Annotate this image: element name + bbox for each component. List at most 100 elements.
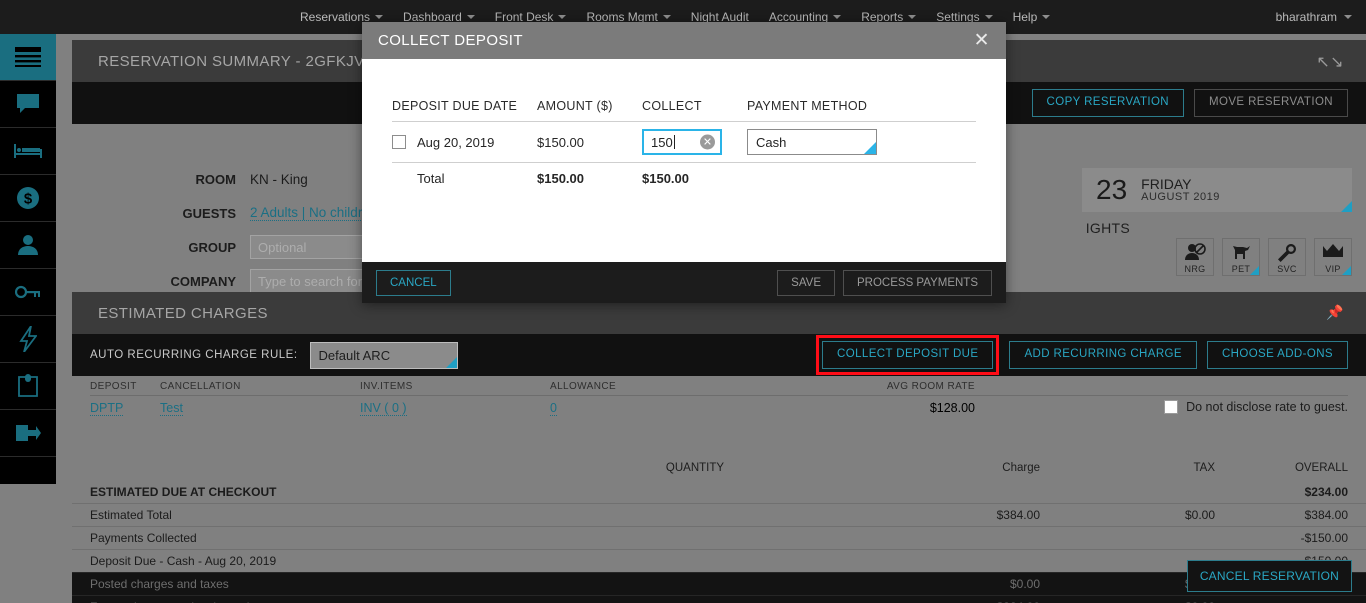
nav-label: Reservations: [300, 10, 371, 24]
table-row: Posted charges and taxes $0.00 $0.00 $0.…: [72, 572, 1366, 595]
section-title: ESTIMATED CHARGES: [98, 304, 268, 322]
deposit-link[interactable]: DPTP: [90, 401, 124, 416]
tag-label: VIP: [1325, 264, 1341, 274]
row-overall: $384.00: [1304, 508, 1348, 522]
arc-select[interactable]: Default ARC: [309, 341, 458, 369]
table-row: Estimated Total $384.00 $0.00 $384.00: [72, 503, 1366, 526]
clipboard-icon: [17, 374, 39, 398]
charge-buttons: COLLECT DEPOSIT DUE ADD RECURRING CHARGE…: [816, 335, 1348, 375]
deposit-amount-value: $150.00: [537, 134, 584, 150]
allowance-link[interactable]: 0: [550, 401, 557, 416]
menu-icon: [15, 47, 41, 67]
copy-reservation-button[interactable]: COPY RESERVATION: [1031, 89, 1185, 117]
sidebar-item-quick-actions[interactable]: [0, 316, 56, 363]
user-menu[interactable]: bharathram: [1276, 0, 1352, 34]
text-cursor: [673, 135, 675, 149]
table-row: Future charges and estimated taxes $384.…: [72, 595, 1366, 603]
modal-footer-right: SAVE PROCESS PAYMENTS: [777, 269, 992, 296]
avg-room-rate-value: $128.00: [929, 401, 975, 415]
chevron-down-icon: [662, 15, 671, 19]
arrival-date-card[interactable]: 23 FRIDAY AUGUST 2019: [1082, 168, 1352, 212]
modal-header: COLLECT DEPOSIT ✕: [362, 22, 1006, 59]
sidebar-item-rooms[interactable]: [0, 128, 56, 175]
guests-label: GUESTS: [182, 205, 236, 221]
chevron-down-icon: [375, 15, 384, 19]
tag-corner-icon: [1342, 266, 1351, 275]
col-allowance: ALLOWANCE: [550, 381, 617, 392]
chevron-down-icon: [466, 15, 475, 19]
row-label: Payments Collected: [90, 531, 197, 545]
deposit-row-checkbox[interactable]: [392, 135, 406, 149]
sidebar-item-chat[interactable]: [0, 81, 56, 128]
room-label: ROOM: [195, 171, 236, 187]
header-quantity: QUANTITY: [665, 462, 725, 474]
sidebar-item-notes[interactable]: [0, 363, 56, 410]
modal-body: DEPOSIT DUE DATE AMOUNT ($) COLLECT PAYM…: [362, 59, 1006, 262]
close-icon[interactable]: ✕: [974, 31, 990, 50]
tag-pet[interactable]: PET: [1222, 238, 1260, 276]
add-recurring-charge-button[interactable]: ADD RECURRING CHARGE: [1009, 341, 1197, 369]
col-cancellation: CANCELLATION: [160, 381, 241, 392]
clear-icon[interactable]: ✕: [700, 134, 715, 150]
sidebar-item-keys[interactable]: [0, 269, 56, 316]
tag-vip[interactable]: VIP: [1314, 238, 1352, 276]
modal-title: COLLECT DEPOSIT: [378, 32, 523, 49]
save-button[interactable]: SAVE: [777, 269, 835, 296]
payment-method-select[interactable]: Cash: [747, 129, 877, 155]
row-overall: $234.00: [1304, 484, 1348, 499]
room-value: KN - King: [250, 171, 308, 187]
row-label: Posted charges and taxes: [90, 577, 229, 591]
modal-table-header: DEPOSIT DUE DATE AMOUNT ($) COLLECT PAYM…: [392, 99, 976, 121]
inv-items-link[interactable]: INV ( 0 ): [360, 401, 407, 416]
header-deposit-due-date: DEPOSIT DUE DATE: [392, 99, 518, 113]
col-deposit: DEPOSIT: [90, 381, 137, 392]
sidebar-item-billing[interactable]: $: [0, 175, 56, 222]
charges-action-bar: AUTO RECURRING CHARGE RULE: Default ARC …: [72, 334, 1366, 376]
header-tax: TAX: [1193, 462, 1215, 474]
disclose-rate-row[interactable]: Do not disclose rate to guest.: [1164, 400, 1348, 414]
table-row: Payments Collected -$150.00: [72, 526, 1366, 549]
collect-deposit-due-button[interactable]: COLLECT DEPOSIT DUE: [822, 341, 994, 369]
tag-svc[interactable]: SVC: [1268, 238, 1306, 276]
cancel-button[interactable]: CANCEL: [376, 269, 451, 296]
row-label: ESTIMATED DUE AT CHECKOUT: [90, 484, 277, 499]
dropdown-corner-icon: [864, 142, 876, 154]
collect-amount-input[interactable]: 150 ✕: [642, 129, 722, 155]
nights-label: IGHTS: [1085, 220, 1130, 236]
sidebar-item-guests[interactable]: [0, 222, 56, 269]
total-collect: $150.00: [642, 170, 689, 186]
cancel-reservation-button[interactable]: CANCEL RESERVATION: [1186, 560, 1352, 592]
deposit-row: Aug 20, 2019 $150.00 150 ✕ Cash: [392, 121, 976, 163]
header-amount: AMOUNT ($): [537, 99, 613, 113]
collect-input-value: 150: [651, 134, 673, 150]
sidebar-item-logout[interactable]: [0, 410, 56, 457]
chevron-down-icon: [558, 15, 567, 19]
nav-item-help[interactable]: Help: [1003, 10, 1061, 24]
charges-table-header: QUANTITY Charge TAX OVERALL: [72, 462, 1366, 480]
date-monthyear: AUGUST 2019: [1141, 191, 1220, 204]
process-payments-button[interactable]: PROCESS PAYMENTS: [843, 269, 992, 296]
guests-link[interactable]: 2 Adults | No children: [250, 205, 378, 221]
col-avg-room-rate: AVG ROOM RATE: [886, 381, 975, 392]
move-reservation-button[interactable]: MOVE RESERVATION: [1194, 89, 1348, 117]
pin-icon[interactable]: 📌: [1326, 304, 1344, 321]
cancellation-link[interactable]: Test: [160, 401, 183, 416]
total-row: Total $150.00 $150.00: [392, 163, 976, 193]
charges-table: QUANTITY Charge TAX OVERALL ESTIMATED DU…: [72, 462, 1366, 603]
tag-nrg[interactable]: NRG: [1176, 238, 1214, 276]
disclose-checkbox[interactable]: [1164, 400, 1179, 414]
col-inv-items: INV.ITEMS: [360, 381, 413, 392]
mini-table: DEPOSIT CANCELLATION INV.ITEMS ALLOWANCE…: [72, 376, 1366, 418]
person-icon: [17, 234, 39, 256]
arc-rule-group: AUTO RECURRING CHARGE RULE: Default ARC: [90, 341, 458, 369]
expand-icon[interactable]: ↖↘: [1316, 52, 1344, 72]
table-row: Deposit Due - Cash - Aug 20, 2019 $150.0…: [72, 549, 1366, 572]
charges-mini-table: DEPOSIT CANCELLATION INV.ITEMS ALLOWANCE…: [72, 376, 1366, 418]
sidebar-item-menu[interactable]: [0, 34, 56, 81]
tag-label: SVC: [1277, 264, 1297, 274]
header-overall: OVERALL: [1294, 462, 1348, 474]
row-charge: $0.00: [1009, 577, 1040, 591]
header-payment-method: PAYMENT METHOD: [747, 99, 868, 113]
choose-addons-button[interactable]: CHOOSE ADD-ONS: [1206, 341, 1348, 369]
page-title: RESERVATION SUMMARY - 2GFKJVWQM: [98, 52, 405, 70]
